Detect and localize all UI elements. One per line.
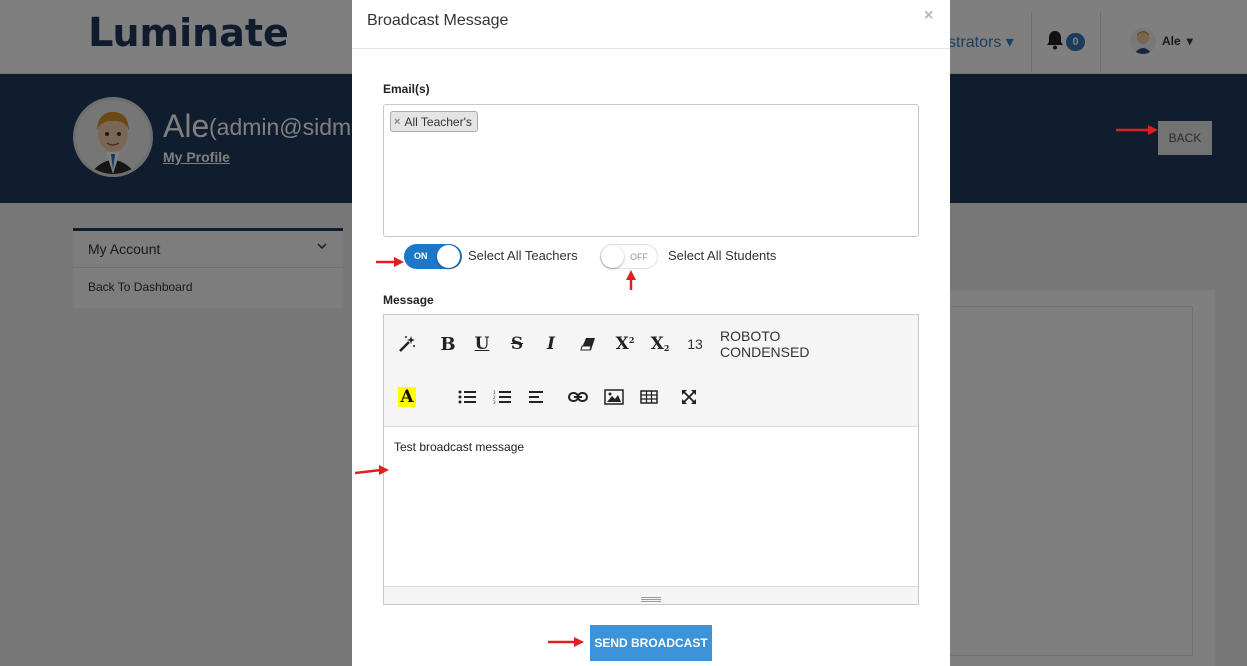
font-size-select[interactable]: 13	[683, 333, 707, 355]
italic-icon[interactable]: I	[542, 333, 560, 355]
select-all-teachers-label: Select All Teachers	[468, 248, 578, 263]
image-icon[interactable]	[603, 386, 625, 408]
eraser-icon[interactable]	[578, 333, 598, 355]
underline-icon[interactable]: U	[472, 333, 492, 355]
editor-statusbar	[384, 586, 918, 604]
toggle-state-label: ON	[414, 251, 428, 261]
select-all-students-label: Select All Students	[668, 248, 777, 263]
strikethrough-icon[interactable]: S	[507, 333, 527, 355]
modal-header: Broadcast Message ×	[352, 0, 950, 49]
magic-icon[interactable]	[395, 333, 419, 355]
unordered-list-icon[interactable]	[457, 386, 477, 408]
bold-icon[interactable]: B	[438, 333, 458, 355]
superscript-icon[interactable]: X2	[613, 333, 637, 355]
broadcast-message-modal: Broadcast Message × Email(s) × All Teach…	[352, 0, 950, 666]
close-icon[interactable]: ×	[924, 7, 933, 25]
modal-title: Broadcast Message	[367, 12, 509, 29]
highlight-icon[interactable]: A	[397, 386, 417, 408]
svg-text:3: 3	[493, 400, 496, 404]
email-tag: × All Teacher's	[390, 111, 478, 132]
annotation-arrow-icon	[376, 257, 404, 267]
email-tag-label: All Teacher's	[404, 114, 472, 129]
message-label: Message	[383, 293, 434, 307]
annotation-arrow-icon	[548, 637, 584, 647]
annotation-arrow-icon	[355, 465, 389, 475]
align-icon[interactable]	[527, 386, 547, 408]
toggle-knob	[601, 245, 624, 268]
message-textarea[interactable]: Test broadcast message	[394, 440, 524, 454]
subscript-icon[interactable]: X2	[648, 333, 672, 355]
annotation-arrow-icon	[626, 270, 636, 290]
toggle-state-label: OFF	[630, 252, 648, 262]
font-family-select[interactable]: ROBOTO CONDENSED	[720, 328, 860, 360]
link-icon[interactable]	[567, 386, 589, 408]
resize-handle-icon[interactable]	[641, 597, 661, 602]
fullscreen-icon[interactable]	[679, 386, 699, 408]
select-all-students-toggle[interactable]: OFF	[600, 244, 658, 269]
select-all-teachers-toggle[interactable]: ON	[404, 244, 462, 269]
table-icon[interactable]	[638, 386, 660, 408]
remove-tag-icon[interactable]: ×	[394, 116, 400, 128]
send-broadcast-button[interactable]: SEND BROADCAST	[590, 625, 712, 661]
toggle-knob	[437, 245, 460, 268]
emails-label: Email(s)	[383, 82, 430, 96]
editor-toolbar: B U S I X2 X2 13 ROBOTO CONDENSED A 123	[384, 315, 918, 427]
message-editor: B U S I X2 X2 13 ROBOTO CONDENSED A 123	[383, 314, 919, 605]
annotation-arrow-icon	[1116, 125, 1158, 135]
emails-input[interactable]: × All Teacher's	[383, 104, 919, 237]
ordered-list-icon[interactable]: 123	[492, 386, 512, 408]
